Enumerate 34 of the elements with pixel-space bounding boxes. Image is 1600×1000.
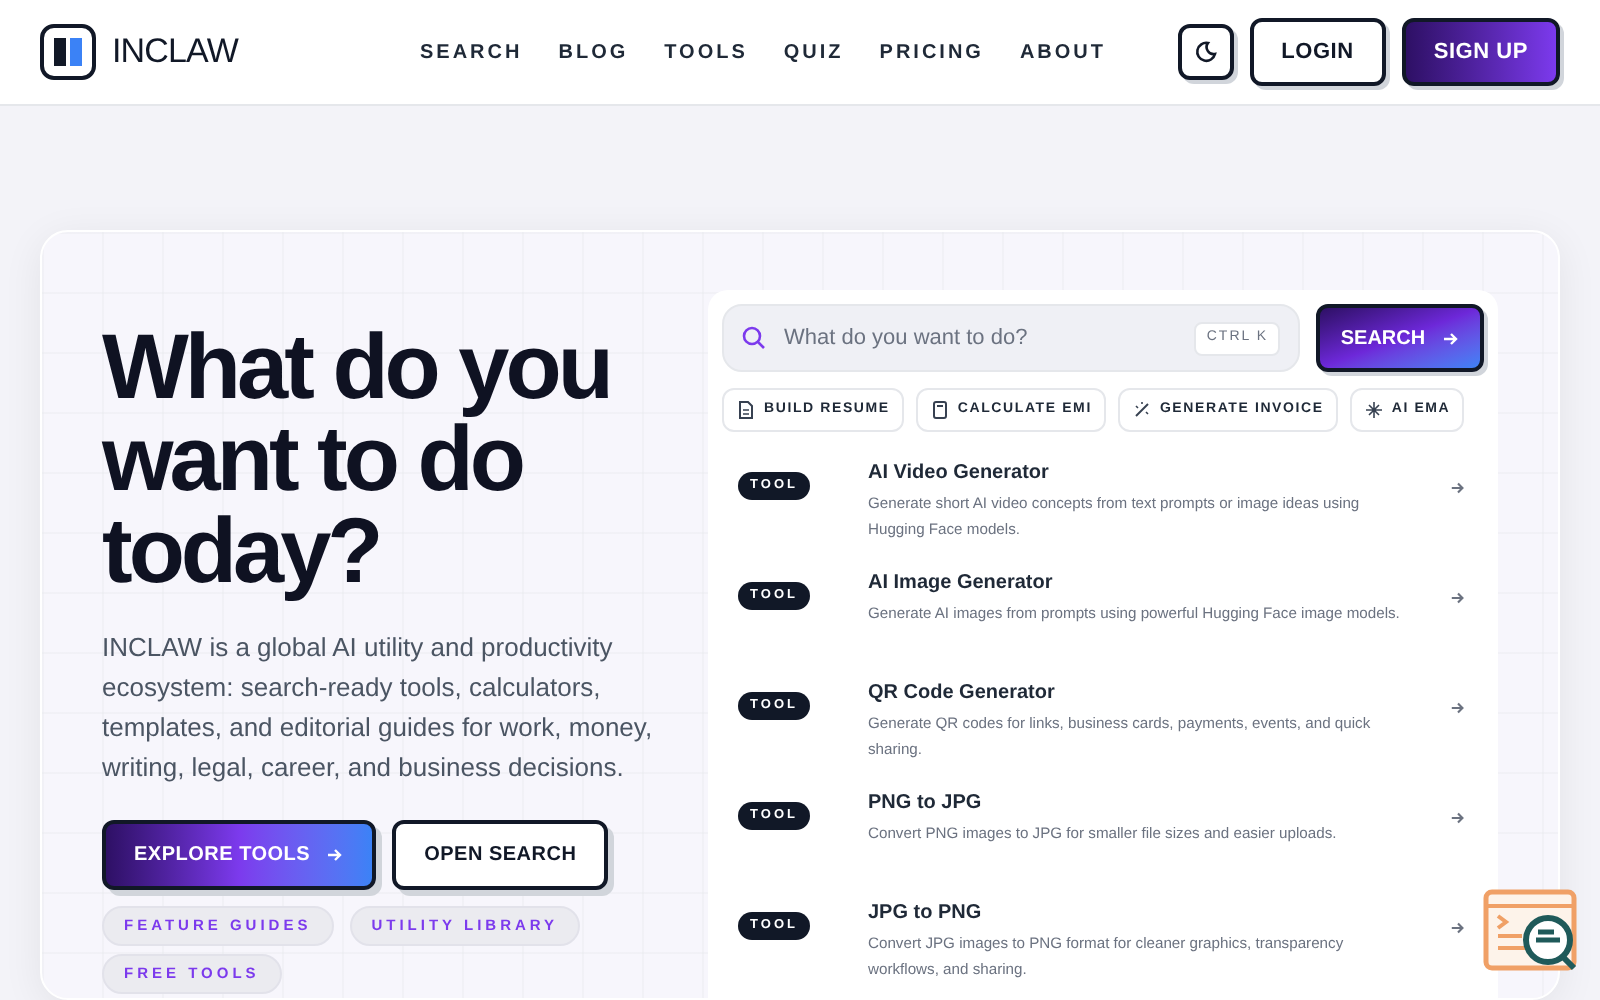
result-title[interactable]: PNG to JPG	[868, 790, 1412, 818]
nav-link[interactable]: PRICING	[879, 37, 984, 67]
calculator-icon	[929, 400, 950, 420]
moon-icon	[1193, 40, 1218, 64]
nav-link[interactable]: TOOLS	[664, 37, 748, 67]
nav-link[interactable]: BLOG	[558, 37, 629, 67]
logo-icon[interactable]	[40, 24, 96, 80]
login-button[interactable]: LOGIN	[1249, 18, 1386, 86]
result-title[interactable]: AI Video Generator	[868, 460, 1412, 488]
nav-link[interactable]: ABOUT	[1019, 37, 1107, 67]
arrow-icon	[326, 846, 345, 864]
theme-toggle-button[interactable]	[1177, 24, 1234, 80]
magic-wand-icon	[1131, 400, 1152, 420]
brand-name[interactable]: INCLAW	[112, 26, 238, 78]
explore-tools-button[interactable]: EXPLORE TOOLS	[102, 820, 377, 890]
nav-link[interactable]: QUIZ	[783, 37, 844, 67]
search-button[interactable]: SEARCH	[1316, 304, 1484, 372]
hero-heading: What do you want to do today?	[102, 320, 612, 596]
sign-up-button[interactable]: SIGN UP	[1401, 18, 1560, 86]
arrow-icon[interactable]	[1450, 810, 1466, 826]
result-title[interactable]: AI Image Generator	[868, 570, 1412, 598]
hero-description: INCLAW is a global AI utility and productivity ecosystem: search-ready tools, calculators, templates, and editorial guides for work, money, writing, legal, career, and business decisions.	[102, 630, 655, 786]
arrow-icon[interactable]	[1450, 920, 1466, 936]
search-icon	[742, 326, 766, 350]
result-title[interactable]: QR Code Generator	[868, 680, 1412, 708]
result-title[interactable]: JPG to PNG	[868, 900, 1412, 928]
arrow-icon[interactable]	[1450, 590, 1466, 606]
arrow-icon[interactable]	[1450, 480, 1466, 496]
open-search-button[interactable]: OPEN SEARCH	[392, 820, 609, 890]
sparkle-icon	[1363, 400, 1384, 420]
arrow-icon	[1441, 329, 1460, 347]
document-icon	[736, 400, 756, 420]
arrow-icon[interactable]	[1450, 700, 1466, 716]
nav-link[interactable]: SEARCH	[420, 37, 523, 67]
